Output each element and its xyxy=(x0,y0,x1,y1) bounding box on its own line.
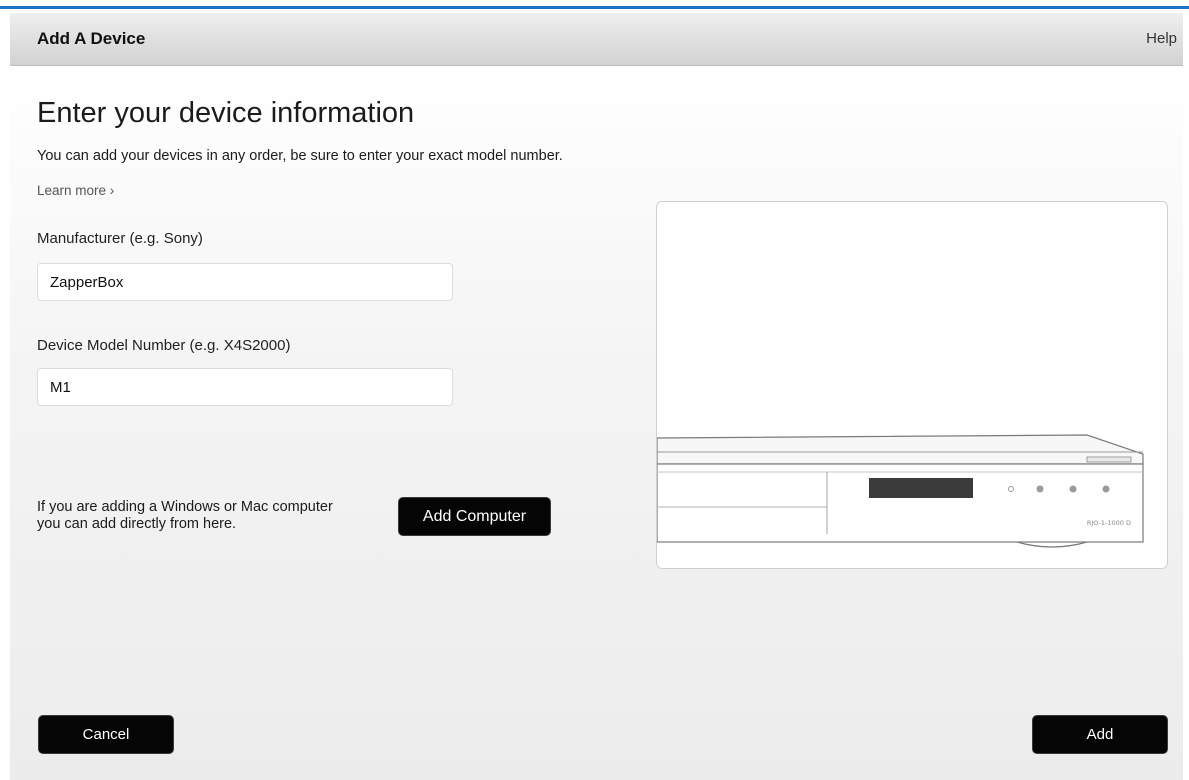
manufacturer-label: Manufacturer (e.g. Sony) xyxy=(37,230,203,247)
add-computer-button[interactable]: Add Computer xyxy=(398,497,551,536)
model-text: RJO-1-1000 D xyxy=(1087,519,1131,527)
manufacturer-input[interactable] xyxy=(37,263,453,301)
add-computer-note: If you are adding a Windows or Mac compu… xyxy=(37,499,333,532)
title-bar: Add A Device Help xyxy=(10,13,1183,66)
set-top-box-icon: RJO-1-1000 D xyxy=(657,434,1144,548)
add-button[interactable]: Add xyxy=(1032,715,1168,754)
learn-more-link[interactable]: Learn more › xyxy=(37,183,114,198)
model-number-input[interactable] xyxy=(37,368,453,406)
model-number-label: Device Model Number (e.g. X4S2000) xyxy=(37,337,291,354)
page-title: Enter your device information xyxy=(37,97,415,129)
add-device-panel: Enter your device information You can ad… xyxy=(10,66,1183,780)
cancel-button[interactable]: Cancel xyxy=(38,715,174,754)
help-link[interactable]: Help xyxy=(1146,30,1177,47)
accent-line xyxy=(0,6,1189,9)
intro-text: You can add your devices in any order, b… xyxy=(37,148,563,164)
top-strip xyxy=(0,0,1189,12)
device-preview: RJO-1-1000 D xyxy=(656,201,1168,569)
window-title: Add A Device xyxy=(37,29,146,48)
